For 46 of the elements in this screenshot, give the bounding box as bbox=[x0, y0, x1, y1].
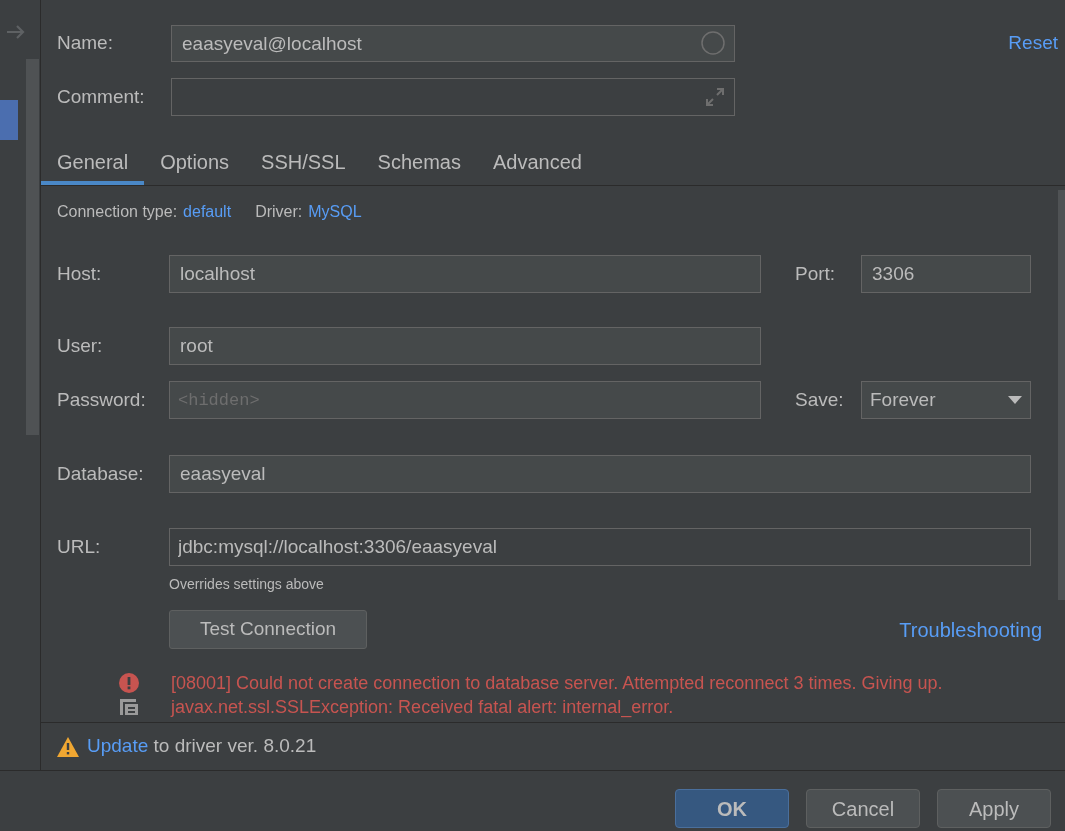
hint-text: Overrides settings above bbox=[169, 576, 324, 592]
field-label: Comment: bbox=[57, 84, 146, 109]
field-label: Save: bbox=[795, 387, 845, 412]
database-field[interactable]: eaasyeval bbox=[169, 455, 1031, 493]
tab[interactable]: Advanced bbox=[476, 139, 598, 185]
url-field[interactable]: jdbc:mysql://localhost:3306/eaasyeval bbox=[169, 528, 1031, 566]
tab[interactable]: General bbox=[41, 139, 145, 185]
tab[interactable]: Options bbox=[144, 139, 246, 185]
troubleshooting-link[interactable]: Troubleshooting bbox=[899, 614, 1042, 645]
copy-icon[interactable] bbox=[119, 699, 139, 715]
comment-field[interactable] bbox=[171, 78, 735, 116]
ok-button[interactable]: OK bbox=[675, 789, 789, 828]
expand-icon[interactable] bbox=[704, 86, 726, 108]
field-label: Name: bbox=[57, 31, 114, 56]
circle-icon[interactable] bbox=[701, 31, 725, 55]
field-label: Password: bbox=[57, 387, 147, 412]
dialog-button[interactable]: Apply bbox=[937, 789, 1051, 828]
caret-icon bbox=[1008, 396, 1022, 404]
dialog-button[interactable]: Cancel bbox=[806, 789, 920, 828]
info-label: Driver: bbox=[255, 202, 303, 222]
info-link[interactable]: MySQL bbox=[308, 200, 362, 224]
port-field[interactable]: 3306 bbox=[861, 255, 1031, 293]
test-connection-button[interactable]: Test Connection bbox=[169, 610, 367, 649]
field-label: Host: bbox=[57, 261, 103, 286]
host-field[interactable]: localhost bbox=[169, 255, 761, 293]
update-link[interactable]: Update bbox=[87, 735, 149, 757]
scrollbar[interactable] bbox=[26, 59, 39, 435]
user-field[interactable]: root bbox=[169, 327, 761, 365]
field-label: User: bbox=[57, 333, 104, 358]
warning-icon bbox=[57, 736, 79, 757]
error-icon bbox=[119, 673, 139, 693]
info-link[interactable]: default bbox=[183, 200, 232, 224]
info-label: Connection type: bbox=[57, 202, 178, 222]
driver-update-notice: Update to driver ver. 8.0.21 bbox=[87, 734, 317, 759]
sidebar-selected-item[interactable] bbox=[0, 100, 18, 140]
arrow-icon[interactable] bbox=[6, 24, 26, 40]
error-message: [08001] Could not create connection to database server. Attempted reconnect 3 times. Giving up. bbox=[171, 672, 943, 695]
tab[interactable]: SSH/SSL bbox=[245, 139, 362, 185]
field-label: Port: bbox=[795, 261, 837, 286]
reset-link[interactable]: Reset bbox=[1008, 29, 1058, 58]
name-field[interactable]: eaasyeval@localhost bbox=[171, 25, 735, 62]
save-dropdown[interactable]: Forever bbox=[861, 381, 1031, 419]
error-message: javax.net.ssl.SSLException: Received fatal alert: internal_error. bbox=[171, 696, 675, 719]
field-label: Database: bbox=[57, 461, 145, 486]
tab[interactable]: Schemas bbox=[361, 139, 477, 185]
field-label: URL: bbox=[57, 534, 102, 559]
